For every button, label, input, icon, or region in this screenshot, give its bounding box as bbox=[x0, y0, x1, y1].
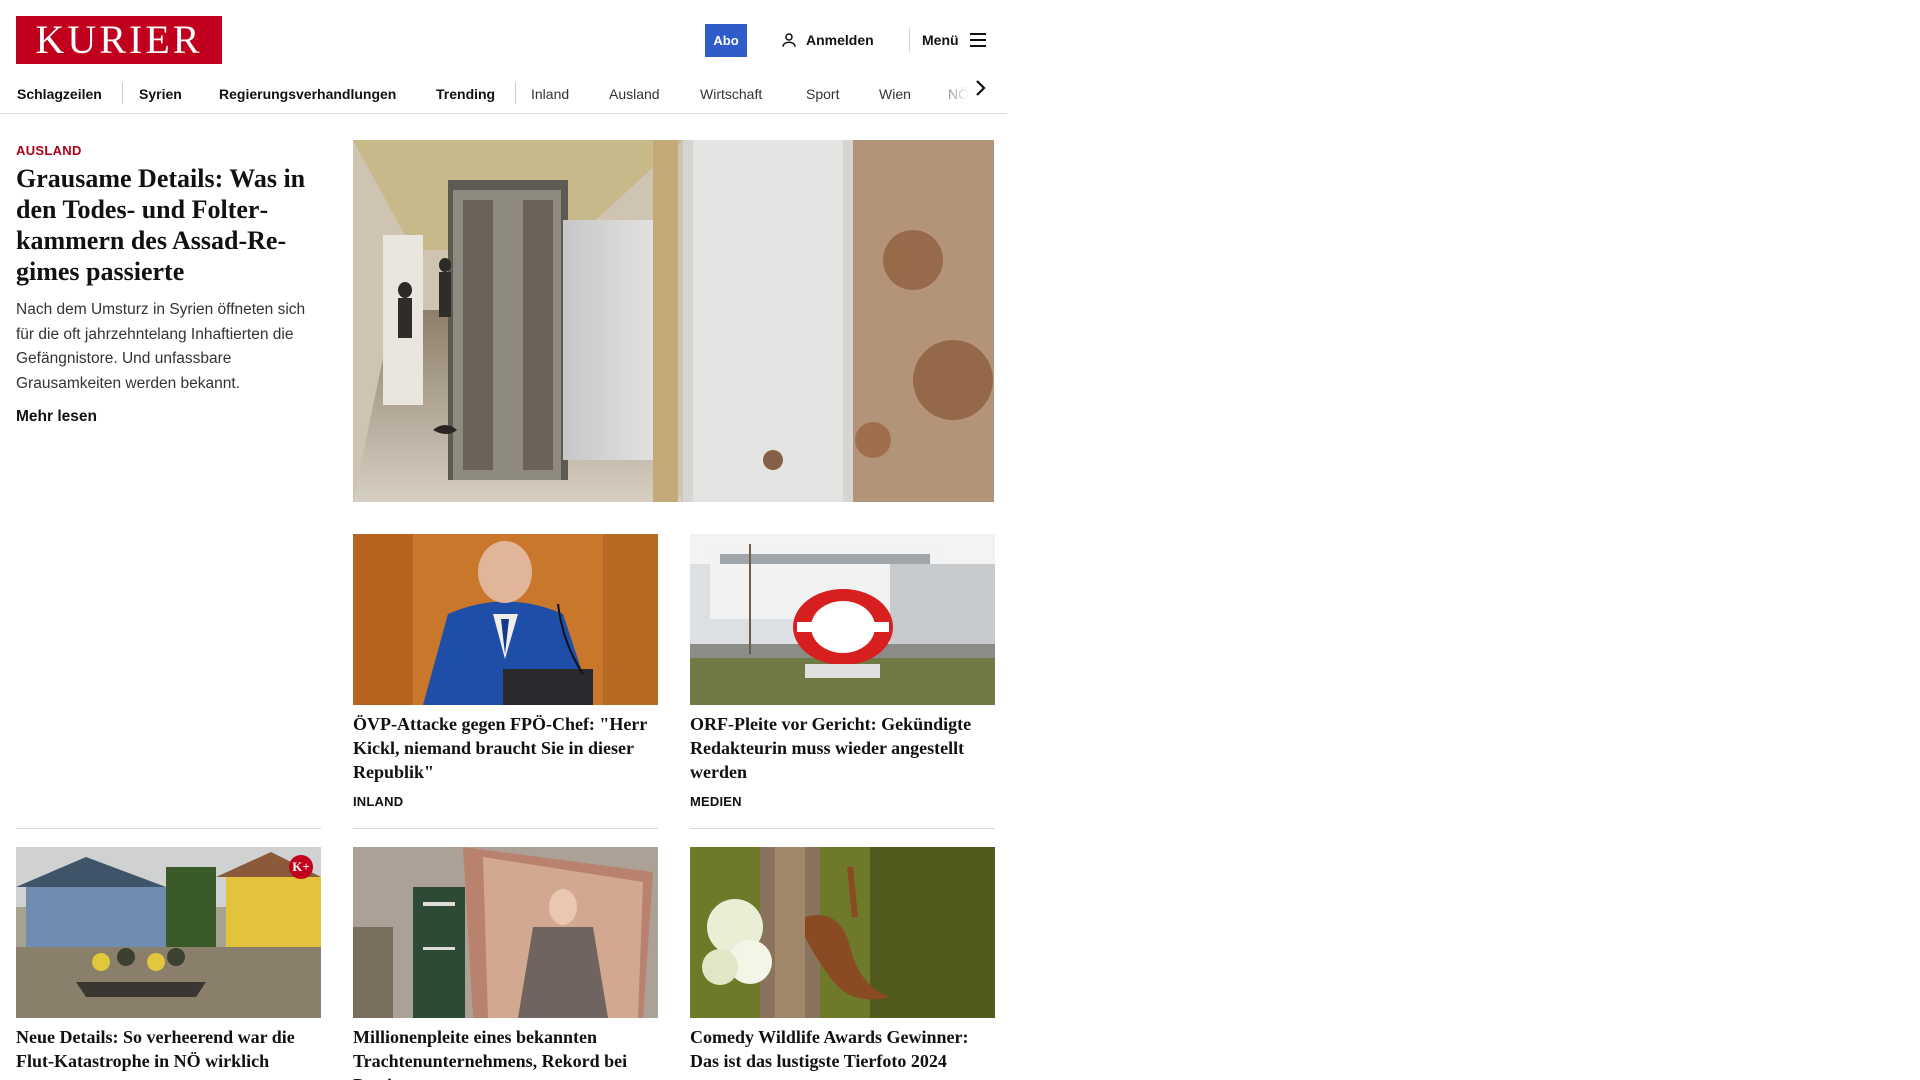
lead-category[interactable]: AUSLAND bbox=[16, 143, 82, 158]
nav-item-sport[interactable]: Sport bbox=[806, 80, 839, 108]
nav-item-ausland[interactable]: Ausland bbox=[609, 80, 660, 108]
nav-item-syrien[interactable]: Syrien bbox=[139, 80, 182, 108]
nav-item-regierungsverhandlungen[interactable]: Regierungsverhandlungen bbox=[219, 80, 396, 108]
lead-image[interactable] bbox=[353, 140, 994, 502]
menu-button[interactable]: Menü bbox=[922, 28, 987, 52]
tile-headline-flood[interactable]: Neue Details: So verheerend war die Flut… bbox=[16, 1025, 321, 1073]
hamburger-icon bbox=[969, 33, 986, 47]
read-more-link[interactable]: Mehr lesen bbox=[16, 408, 97, 426]
nav-separator bbox=[122, 82, 123, 104]
nav-scroll-right-button[interactable] bbox=[970, 76, 990, 100]
tile-headline-wildlife[interactable]: Comedy Wildlife Awards Gewin­ner: Das is… bbox=[690, 1025, 995, 1073]
nav-item-wirtschaft[interactable]: Wirtschaft bbox=[700, 80, 762, 108]
nav-fade bbox=[930, 78, 970, 104]
politician-at-podium-image bbox=[353, 534, 658, 705]
tile-headline-orf[interactable]: ORF-Pleite vor Gericht: Gekündigte Redak… bbox=[690, 712, 995, 784]
user-icon bbox=[782, 33, 796, 47]
tile-image-orf[interactable] bbox=[690, 534, 995, 705]
tile-image-tracht[interactable] bbox=[353, 847, 658, 1018]
tile-image-wildlife[interactable] bbox=[690, 847, 995, 1018]
page: KURIER Abo Anmelden Menü Schlagzeilen Sy… bbox=[0, 0, 1007, 1080]
tile-category-medien[interactable]: MEDIEN bbox=[690, 794, 742, 809]
tile-image-flood[interactable]: K+ bbox=[16, 847, 321, 1018]
login-button[interactable]: Anmelden bbox=[780, 28, 874, 52]
header-divider bbox=[909, 28, 910, 52]
divider bbox=[690, 828, 995, 829]
squirrel-tree-image bbox=[690, 847, 995, 1018]
tile-headline-kickl[interactable]: ÖVP-Attacke gegen FPÖ-Chef: "Herr Kickl,… bbox=[353, 712, 658, 784]
chevron-right-icon bbox=[976, 80, 986, 96]
tile-headline-tracht[interactable]: Millionenpleite eines bekannten Trachten… bbox=[353, 1025, 658, 1080]
orf-logo-building-image bbox=[690, 534, 995, 705]
prison-corridor-image bbox=[353, 140, 994, 502]
nav-item-trending[interactable]: Trending bbox=[436, 80, 495, 108]
logo-text: KURIER bbox=[35, 17, 203, 62]
divider bbox=[353, 828, 658, 829]
tile-image-kickl[interactable] bbox=[353, 534, 658, 705]
flood-rescue-boat-image bbox=[16, 847, 321, 1018]
nav-item-inland[interactable]: Inland bbox=[531, 80, 569, 108]
nav-item-schlagzeilen[interactable]: Schlagzeilen bbox=[17, 80, 102, 108]
tile-category-inland[interactable]: INLAND bbox=[353, 794, 403, 809]
abo-button[interactable]: Abo bbox=[705, 24, 747, 57]
section-nav: Schlagzeilen Syrien Regierungsverhandlun… bbox=[0, 74, 1007, 114]
menu-label: Menü bbox=[922, 32, 959, 48]
login-label: Anmelden bbox=[806, 32, 874, 48]
nav-separator bbox=[515, 82, 516, 104]
lead-headline[interactable]: Grausame Details: Was in den Todes- und … bbox=[16, 163, 321, 287]
kurier-logo[interactable]: KURIER bbox=[16, 16, 222, 64]
premium-badge: K+ bbox=[289, 855, 313, 879]
lead-teaser: Nach dem Umsturz in Syrien öffneten sich… bbox=[16, 301, 306, 392]
nav-item-wien[interactable]: Wien bbox=[879, 80, 911, 108]
divider bbox=[16, 828, 321, 829]
fashion-billboard-image bbox=[353, 847, 658, 1018]
